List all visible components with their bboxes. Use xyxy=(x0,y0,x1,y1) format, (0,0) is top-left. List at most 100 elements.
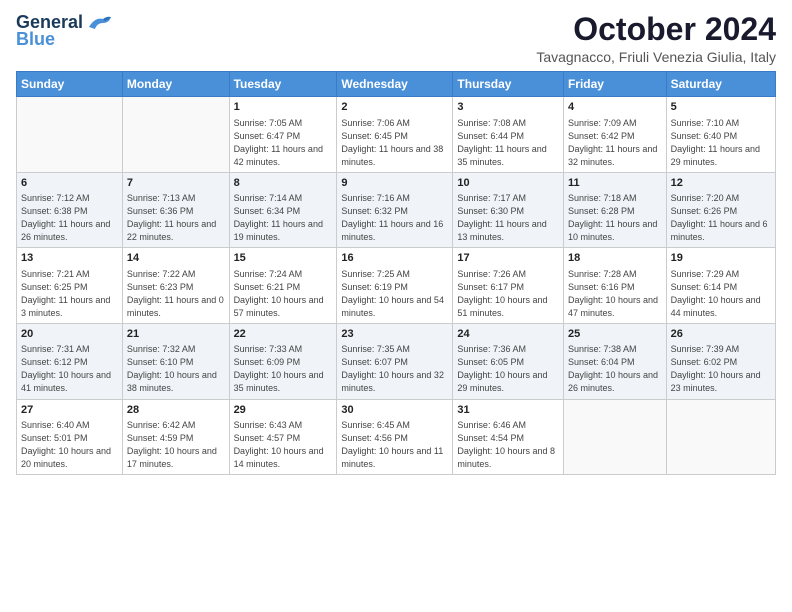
calendar-cell: 9Sunrise: 7:16 AM Sunset: 6:32 PM Daylig… xyxy=(337,172,453,248)
day-number: 6 xyxy=(21,176,118,191)
week-row-2: 6Sunrise: 7:12 AM Sunset: 6:38 PM Daylig… xyxy=(17,172,776,248)
day-number: 18 xyxy=(568,251,662,266)
day-info: Sunrise: 7:18 AM Sunset: 6:28 PM Dayligh… xyxy=(568,192,662,244)
header-cell-sunday: Sunday xyxy=(17,72,123,97)
header-cell-friday: Friday xyxy=(563,72,666,97)
day-info: Sunrise: 7:10 AM Sunset: 6:40 PM Dayligh… xyxy=(671,117,771,169)
day-number: 8 xyxy=(234,176,333,191)
day-info: Sunrise: 7:22 AM Sunset: 6:23 PM Dayligh… xyxy=(127,268,225,320)
day-number: 26 xyxy=(671,327,771,342)
header-row: SundayMondayTuesdayWednesdayThursdayFrid… xyxy=(17,72,776,97)
calendar-cell: 24Sunrise: 7:36 AM Sunset: 6:05 PM Dayli… xyxy=(453,323,564,399)
day-info: Sunrise: 7:26 AM Sunset: 6:17 PM Dayligh… xyxy=(457,268,559,320)
day-number: 21 xyxy=(127,327,225,342)
calendar-cell: 10Sunrise: 7:17 AM Sunset: 6:30 PM Dayli… xyxy=(453,172,564,248)
day-number: 16 xyxy=(341,251,448,266)
day-info: Sunrise: 7:20 AM Sunset: 6:26 PM Dayligh… xyxy=(671,192,771,244)
day-info: Sunrise: 6:45 AM Sunset: 4:56 PM Dayligh… xyxy=(341,419,448,471)
day-number: 2 xyxy=(341,100,448,115)
calendar-cell: 15 Sunrise: 7:24 AM Sunset: 6:21 PM Dayli… xyxy=(229,248,337,324)
calendar-cell: 14 Sunrise: 7:22 AM Sunset: 6:23 PM Dayli… xyxy=(122,248,229,324)
day-number: 20 xyxy=(21,327,118,342)
day-info: Sunrise: 7:31 AM Sunset: 6:12 PM Dayligh… xyxy=(21,343,118,395)
calendar-cell: 19 Sunrise: 7:29 AM Sunset: 6:14 PM Dayli… xyxy=(666,248,775,324)
day-number: 24 xyxy=(457,327,559,342)
day-info: Sunrise: 7:24 AM Sunset: 6:21 PM Dayligh… xyxy=(234,268,333,320)
day-number: 22 xyxy=(234,327,333,342)
calendar-cell: 7Sunrise: 7:13 AM Sunset: 6:36 PM Daylig… xyxy=(122,172,229,248)
calendar-cell: 18Sunrise: 7:28 AM Sunset: 6:16 PM Dayli… xyxy=(563,248,666,324)
calendar-cell: 25Sunrise: 7:38 AM Sunset: 6:04 PM Dayli… xyxy=(563,323,666,399)
day-info: Sunrise: 7:35 AM Sunset: 6:07 PM Dayligh… xyxy=(341,343,448,395)
day-info: Sunrise: 6:46 AM Sunset: 4:54 PM Dayligh… xyxy=(457,419,559,471)
day-number: 12 xyxy=(671,176,771,191)
week-row-4: 20Sunrise: 7:31 AM Sunset: 6:12 PM Dayli… xyxy=(17,323,776,399)
day-number: 29 xyxy=(234,403,333,418)
day-info: Sunrise: 7:29 AM Sunset: 6:14 PM Dayligh… xyxy=(671,268,771,320)
day-number: 10 xyxy=(457,176,559,191)
day-number: 15 xyxy=(234,251,333,266)
calendar-cell: 29Sunrise: 6:43 AM Sunset: 4:57 PM Dayli… xyxy=(229,399,337,475)
calendar-cell xyxy=(563,399,666,475)
day-number: 9 xyxy=(341,176,448,191)
calendar-cell: 31Sunrise: 6:46 AM Sunset: 4:54 PM Dayli… xyxy=(453,399,564,475)
logo: General Blue xyxy=(16,12,113,50)
calendar-cell: 27Sunrise: 6:40 AM Sunset: 5:01 PM Dayli… xyxy=(17,399,123,475)
header-cell-tuesday: Tuesday xyxy=(229,72,337,97)
day-number: 11 xyxy=(568,176,662,191)
calendar-cell: 11Sunrise: 7:18 AM Sunset: 6:28 PM Dayli… xyxy=(563,172,666,248)
calendar-cell: 3 Sunrise: 7:08 AM Sunset: 6:44 PM Daylig… xyxy=(453,97,564,173)
week-row-3: 13Sunrise: 7:21 AM Sunset: 6:25 PM Dayli… xyxy=(17,248,776,324)
day-info: Sunrise: 6:40 AM Sunset: 5:01 PM Dayligh… xyxy=(21,419,118,471)
calendar-cell: 21Sunrise: 7:32 AM Sunset: 6:10 PM Dayli… xyxy=(122,323,229,399)
calendar-cell xyxy=(666,399,775,475)
day-number: 5 xyxy=(671,100,771,115)
day-number: 14 xyxy=(127,251,225,266)
calendar-cell: 5 Sunrise: 7:10 AM Sunset: 6:40 PM Daylig… xyxy=(666,97,775,173)
calendar-cell: 22Sunrise: 7:33 AM Sunset: 6:09 PM Dayli… xyxy=(229,323,337,399)
day-number: 28 xyxy=(127,403,225,418)
week-row-1: 1Sunrise: 7:05 AM Sunset: 6:47 PM Daylig… xyxy=(17,97,776,173)
day-number: 3 xyxy=(457,100,559,115)
calendar-table: SundayMondayTuesdayWednesdayThursdayFrid… xyxy=(16,71,776,475)
day-number: 31 xyxy=(457,403,559,418)
day-number: 27 xyxy=(21,403,118,418)
day-info: Sunrise: 6:42 AM Sunset: 4:59 PM Dayligh… xyxy=(127,419,225,471)
week-row-5: 27Sunrise: 6:40 AM Sunset: 5:01 PM Dayli… xyxy=(17,399,776,475)
logo-bird-icon xyxy=(85,13,113,33)
day-info: Sunrise: 7:08 AM Sunset: 6:44 PM Dayligh… xyxy=(457,117,559,169)
day-info: Sunrise: 6:43 AM Sunset: 4:57 PM Dayligh… xyxy=(234,419,333,471)
day-info: Sunrise: 7:09 AM Sunset: 6:42 PM Dayligh… xyxy=(568,117,662,169)
day-info: Sunrise: 7:25 AM Sunset: 6:19 PM Dayligh… xyxy=(341,268,448,320)
calendar-cell: 23Sunrise: 7:35 AM Sunset: 6:07 PM Dayli… xyxy=(337,323,453,399)
calendar-cell xyxy=(122,97,229,173)
page-subtitle: Tavagnacco, Friuli Venezia Giulia, Italy xyxy=(536,49,776,65)
day-info: Sunrise: 7:12 AM Sunset: 6:38 PM Dayligh… xyxy=(21,192,118,244)
calendar-cell: 13Sunrise: 7:21 AM Sunset: 6:25 PM Dayli… xyxy=(17,248,123,324)
day-info: Sunrise: 7:16 AM Sunset: 6:32 PM Dayligh… xyxy=(341,192,448,244)
day-info: Sunrise: 7:14 AM Sunset: 6:34 PM Dayligh… xyxy=(234,192,333,244)
page: General Blue October 2024 Tavagnacco, Fr… xyxy=(0,0,792,612)
header: General Blue October 2024 Tavagnacco, Fr… xyxy=(16,12,776,65)
day-info: Sunrise: 7:36 AM Sunset: 6:05 PM Dayligh… xyxy=(457,343,559,395)
day-info: Sunrise: 7:39 AM Sunset: 6:02 PM Dayligh… xyxy=(671,343,771,395)
calendar-cell: 12Sunrise: 7:20 AM Sunset: 6:26 PM Dayli… xyxy=(666,172,775,248)
day-info: Sunrise: 7:06 AM Sunset: 6:45 PM Dayligh… xyxy=(341,117,448,169)
day-info: Sunrise: 7:21 AM Sunset: 6:25 PM Dayligh… xyxy=(21,268,118,320)
calendar-cell: 2 Sunrise: 7:06 AM Sunset: 6:45 PM Daylig… xyxy=(337,97,453,173)
day-info: Sunrise: 7:17 AM Sunset: 6:30 PM Dayligh… xyxy=(457,192,559,244)
day-number: 17 xyxy=(457,251,559,266)
day-info: Sunrise: 7:13 AM Sunset: 6:36 PM Dayligh… xyxy=(127,192,225,244)
page-title: October 2024 xyxy=(536,12,776,47)
day-number: 23 xyxy=(341,327,448,342)
day-number: 30 xyxy=(341,403,448,418)
day-info: Sunrise: 7:33 AM Sunset: 6:09 PM Dayligh… xyxy=(234,343,333,395)
day-info: Sunrise: 7:05 AM Sunset: 6:47 PM Dayligh… xyxy=(234,117,333,169)
day-info: Sunrise: 7:32 AM Sunset: 6:10 PM Dayligh… xyxy=(127,343,225,395)
header-cell-thursday: Thursday xyxy=(453,72,564,97)
header-cell-wednesday: Wednesday xyxy=(337,72,453,97)
calendar-cell: 26Sunrise: 7:39 AM Sunset: 6:02 PM Dayli… xyxy=(666,323,775,399)
calendar-cell: 4Sunrise: 7:09 AM Sunset: 6:42 PM Daylig… xyxy=(563,97,666,173)
day-number: 19 xyxy=(671,251,771,266)
calendar-cell: 1Sunrise: 7:05 AM Sunset: 6:47 PM Daylig… xyxy=(229,97,337,173)
